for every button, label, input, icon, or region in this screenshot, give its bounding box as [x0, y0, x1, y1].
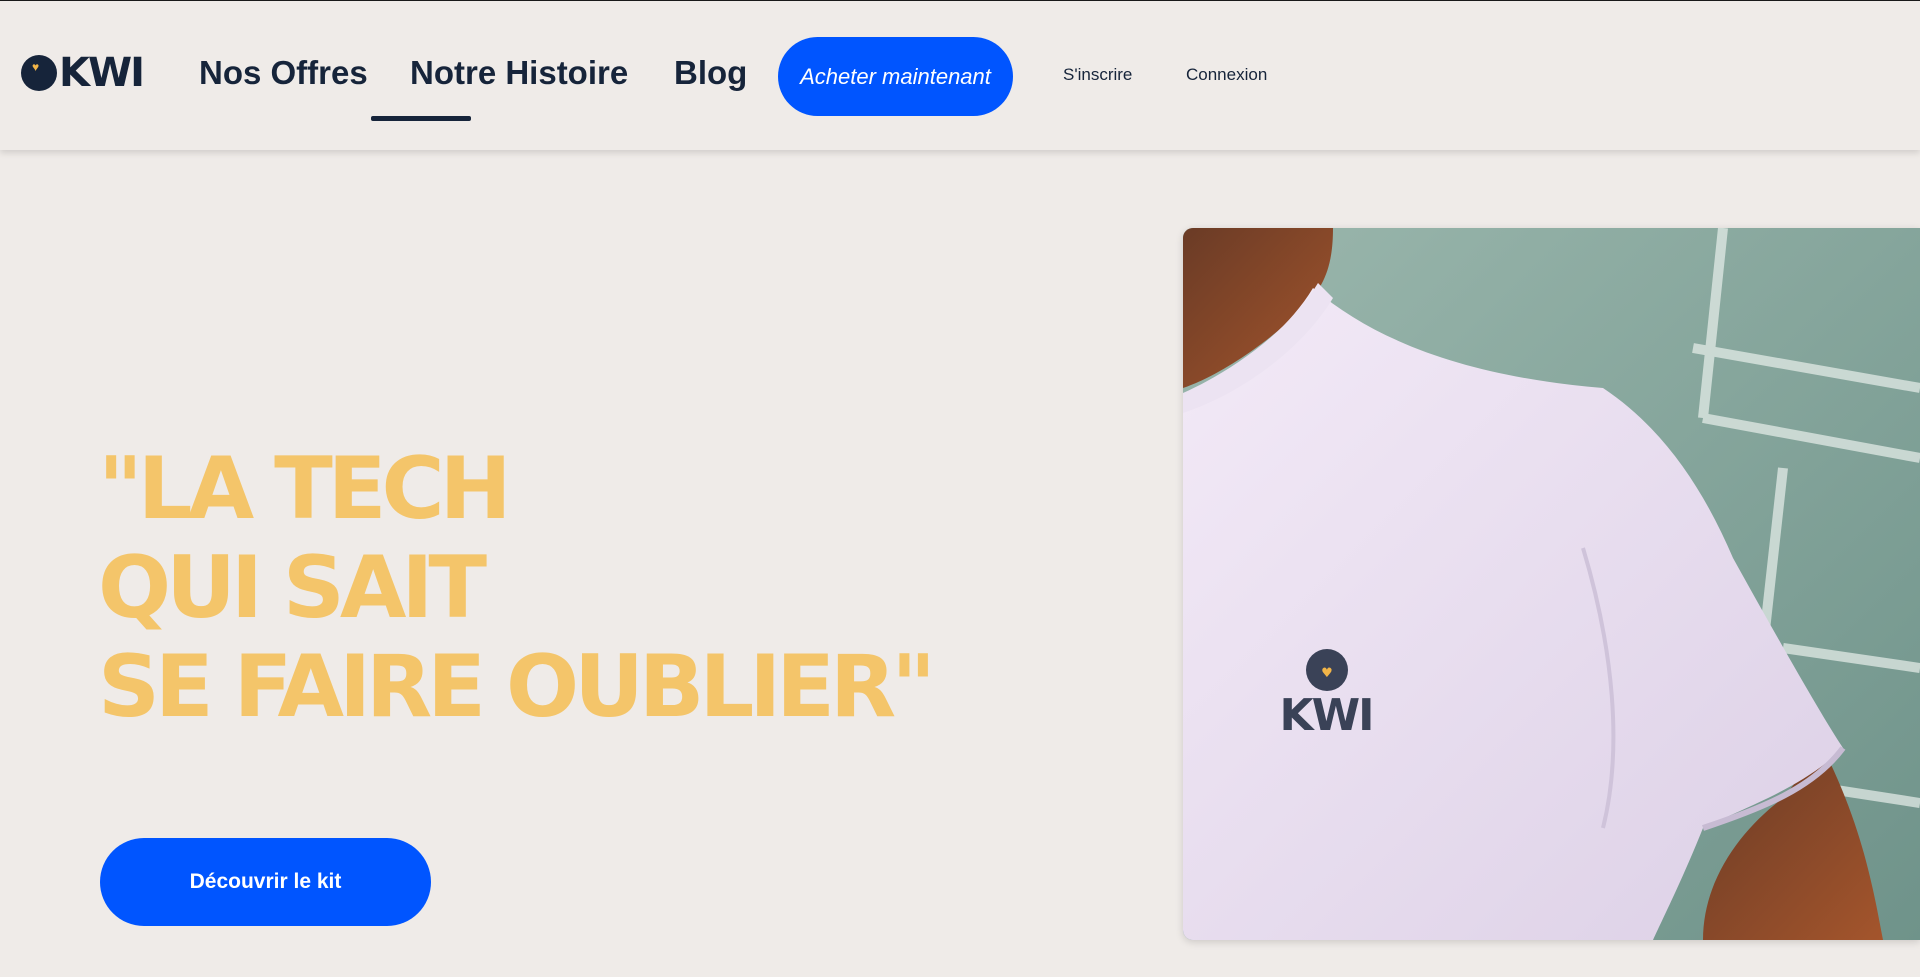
logo-text: KWI	[59, 50, 145, 96]
nav-item-blog[interactable]: Blog	[674, 53, 747, 93]
site-header: ♥ KWI Nos Offres Notre Histoire Blog Ach…	[0, 1, 1920, 150]
active-nav-indicator	[371, 116, 471, 121]
kwi-logo-icon: ♥	[21, 55, 57, 91]
heart-icon: ♥	[32, 60, 40, 74]
headline-line-2: QUI SAIT	[98, 538, 487, 638]
headline-line-1: "LA TECH	[98, 439, 512, 539]
shirt-logo-text: KWI	[1280, 690, 1373, 741]
discover-kit-button[interactable]: Découvrir le kit	[100, 838, 431, 926]
buy-now-button[interactable]: Acheter maintenant	[778, 37, 1013, 116]
hero-headline: "LA TECH QUI SAIT SE FAIRE OUBLIER"	[98, 439, 936, 737]
headline-line-3: SE FAIRE OUBLIER"	[98, 637, 936, 737]
nav-item-nos-offres[interactable]: Nos Offres	[199, 53, 368, 93]
svg-text:♥: ♥	[1321, 666, 1333, 681]
signup-link[interactable]: S'inscrire	[1063, 65, 1132, 85]
kwi-logo[interactable]: ♥ KWI	[21, 50, 145, 96]
login-link[interactable]: Connexion	[1186, 65, 1267, 85]
tshirt-photo-illustration: ♥ KWI	[1183, 228, 1920, 940]
nav-item-notre-histoire[interactable]: Notre Histoire	[410, 53, 628, 93]
hero-tshirt-photo: ♥ KWI	[1183, 228, 1920, 940]
